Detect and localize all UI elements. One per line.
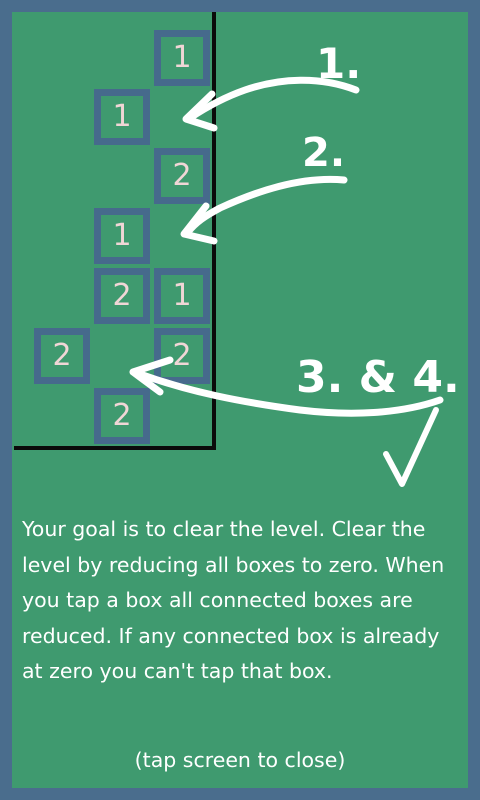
step-3-4-label: 3. & 4.	[296, 352, 460, 403]
close-hint[interactable]: (tap screen to close)	[12, 748, 468, 772]
instructions-text: Your goal is to clear the level. Clear t…	[22, 517, 445, 683]
step-1-label: 1.	[316, 39, 361, 88]
step-2-label: 2.	[302, 130, 345, 176]
arrow-2-icon	[180, 175, 348, 245]
checkmark-icon	[383, 407, 439, 487]
